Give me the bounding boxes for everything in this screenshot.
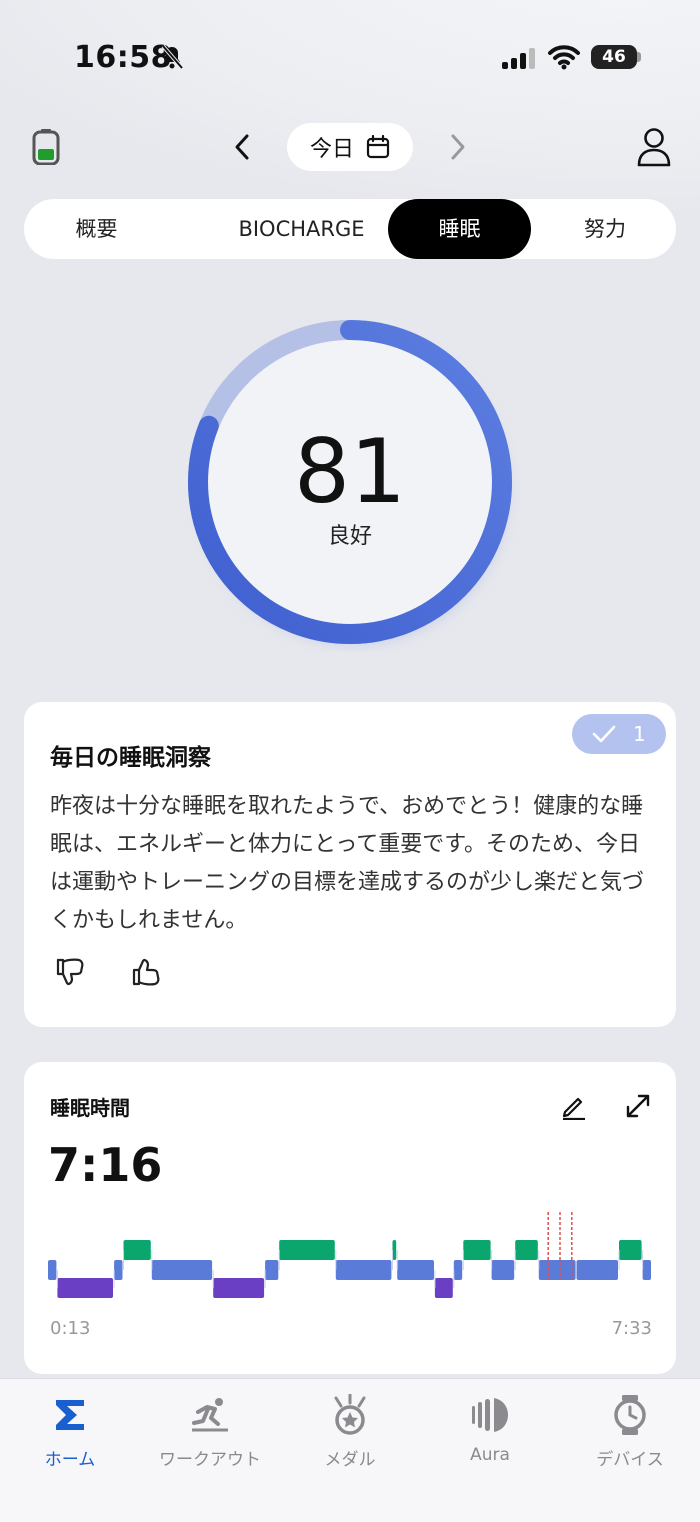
sleep-stage-light-segment — [48, 1260, 57, 1280]
sigma-icon — [56, 1400, 84, 1430]
nav-devices-label: デバイス — [596, 1450, 664, 1470]
sleep-stage-deep-segment — [57, 1278, 113, 1298]
daily-sleep-insight-card: 1 毎日の睡眠洞察 昨夜は十分な睡眠を取れたようで、おめでとう！健康的な睡眠は、… — [24, 702, 676, 1027]
sleep-stage-deep-segment — [213, 1278, 265, 1298]
sleep-stage-light-segment — [335, 1260, 392, 1280]
device-battery-icon[interactable] — [32, 129, 60, 165]
sleep-start-time: 0:13 — [50, 1318, 91, 1339]
acknowledged-count: 1 — [632, 722, 646, 746]
nav-medals[interactable]: メダル — [280, 1389, 420, 1470]
thumbs-down-icon[interactable] — [54, 956, 86, 988]
cellular-signal-icon — [502, 48, 535, 69]
nav-aura-label: Aura — [470, 1445, 510, 1465]
tab-sleep[interactable]: 睡眠 — [388, 199, 531, 259]
section-tabs: 概要 BIOCHARGE 睡眠 努力 — [24, 199, 676, 259]
checkmark-icon — [593, 725, 616, 743]
sleep-score-ring[interactable]: 81 良好 — [180, 312, 520, 652]
sleep-score-value: 81 — [294, 420, 406, 523]
calendar-icon — [366, 135, 390, 159]
sleep-stage-awake-segment — [515, 1240, 538, 1260]
profile-icon[interactable] — [636, 127, 672, 167]
sleep-stage-deep-segment — [434, 1278, 453, 1298]
sleep-stage-light-segment — [642, 1260, 651, 1280]
date-selector[interactable]: 今日 — [287, 123, 413, 171]
sleep-stage-hypnogram — [48, 1212, 651, 1298]
tab-effort[interactable]: 努力 — [534, 199, 676, 259]
bell-muted-icon — [161, 44, 184, 70]
battery-indicator: 46 — [591, 45, 637, 69]
sleep-stage-light-segment — [538, 1260, 576, 1280]
nav-home-label: ホーム — [44, 1450, 96, 1470]
edit-pencil-icon[interactable] — [560, 1092, 588, 1120]
sleep-stage-awake-segment — [123, 1240, 151, 1260]
sleep-duration-title: 睡眠時間 — [50, 1096, 130, 1120]
sleep-stage-awake-segment — [463, 1240, 491, 1260]
status-bar: 16:58 46 — [0, 0, 700, 110]
sleep-stage-light-segment — [453, 1260, 463, 1280]
next-day-chevron-icon[interactable] — [446, 131, 470, 163]
sleep-stage-awake-segment — [619, 1240, 642, 1260]
status-time: 16:58 — [74, 40, 172, 75]
sleep-duration-card[interactable]: 睡眠時間 7:16 0:13 7:33 — [24, 1062, 676, 1374]
nav-aura[interactable]: Aura — [420, 1389, 560, 1465]
expand-icon[interactable] — [624, 1092, 652, 1120]
previous-day-chevron-icon[interactable] — [230, 131, 254, 163]
sleep-stage-light-segment — [491, 1260, 515, 1280]
nav-workout[interactable]: ワークアウト — [140, 1389, 280, 1470]
tab-overview[interactable]: 概要 — [24, 199, 169, 259]
thumbs-up-icon[interactable] — [130, 956, 162, 988]
insight-body: 昨夜は十分な睡眠を取れたようで、おめでとう！健康的な睡眠は、エネルギーと体力にと… — [50, 794, 645, 933]
runner-icon — [192, 1398, 228, 1432]
watch-icon — [614, 1395, 646, 1435]
nav-home[interactable]: ホーム — [0, 1389, 140, 1470]
date-label: 今日 — [309, 137, 354, 162]
aura-icon — [472, 1398, 508, 1432]
header: 今日 — [0, 115, 700, 179]
bottom-navigation: ホーム ワークアウト メダル Aura デバイス — [0, 1378, 700, 1522]
nav-medals-label: メダル — [324, 1450, 376, 1470]
sleep-duration-value: 7:16 — [48, 1138, 163, 1192]
sleep-stage-awake-segment — [279, 1240, 335, 1260]
acknowledged-badge[interactable]: 1 — [572, 714, 666, 754]
insight-title: 毎日の睡眠洞察 — [50, 745, 211, 771]
tab-biocharge[interactable]: BIOCHARGE — [189, 199, 414, 259]
medal-icon — [334, 1394, 366, 1435]
nav-workout-label: ワークアウト — [159, 1450, 261, 1470]
sleep-stage-light-segment — [265, 1260, 279, 1280]
sleep-stage-light-segment — [151, 1260, 213, 1280]
sleep-stage-awake-segment — [392, 1240, 397, 1260]
battery-tip — [637, 52, 641, 62]
sleep-score-rating: 良好 — [327, 524, 372, 549]
wifi-icon — [548, 45, 580, 70]
sleep-end-time: 7:33 — [611, 1318, 652, 1339]
sleep-stage-light-segment — [114, 1260, 123, 1280]
nav-devices[interactable]: デバイス — [560, 1389, 700, 1470]
sleep-stage-light-segment — [576, 1260, 618, 1280]
sleep-stage-light-segment — [397, 1260, 434, 1280]
